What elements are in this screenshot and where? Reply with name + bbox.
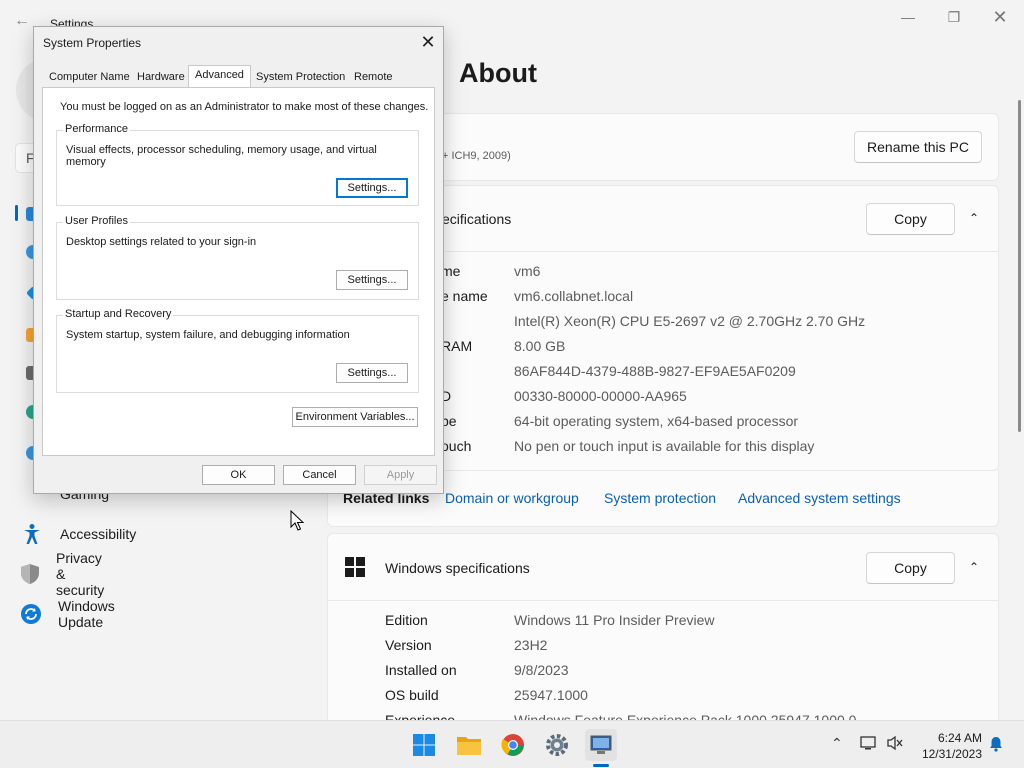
mouse-cursor-icon (290, 509, 305, 537)
admin-note: You must be logged on as an Administrato… (60, 101, 429, 113)
tab-hardware[interactable]: Hardware (130, 67, 192, 86)
network-tray-icon[interactable] (860, 735, 878, 754)
chevron-up-icon[interactable]: ⌃ (969, 560, 979, 574)
win-label-installed: Installed on (385, 662, 457, 678)
scrollbar[interactable] (1018, 100, 1021, 432)
nav-item-label: Accessibility (60, 526, 137, 542)
device-model-text: + ICH9, 2009) (442, 150, 511, 162)
windows-specs-card: Windows specifications Copy ⌃ (327, 533, 999, 733)
user-profiles-group: User Profiles Desktop settings related t… (56, 215, 419, 300)
group-title: Performance (63, 123, 130, 135)
device-specs-title: ecifications (442, 211, 512, 227)
minimize-button[interactable]: — (888, 6, 928, 28)
accessibility-icon (20, 522, 44, 546)
group-description: Visual effects, processor scheduling, me… (66, 144, 377, 168)
startup-recovery-group: Startup and Recovery System startup, sys… (56, 308, 419, 393)
spec-value-device-name: vm6 (514, 263, 541, 279)
nav-item-privacy-security[interactable]: Privacy & security (20, 550, 108, 598)
spec-value-ram: 8.00 GB (514, 338, 566, 354)
windows-logo-icon (345, 557, 365, 582)
win-label-edition: Edition (385, 612, 428, 628)
spec-label-pen-touch: ouch (441, 438, 472, 454)
apply-button[interactable]: Apply (364, 465, 437, 485)
close-window-button[interactable]: ✕ (980, 6, 1020, 28)
group-description: Desktop settings related to your sign-in (66, 236, 257, 248)
chevron-up-icon[interactable]: ⌃ (969, 211, 979, 225)
privacy-shield-icon (20, 562, 40, 586)
win-label-os-build: OS build (385, 687, 439, 703)
tab-remote[interactable]: Remote (347, 67, 400, 86)
group-title: User Profiles (63, 215, 130, 227)
taskbar: ⌃ 6:24 AM 12/31/2023 (0, 720, 1024, 768)
win-value-edition: Windows 11 Pro Insider Preview (514, 612, 715, 628)
spec-value-product-id: 00330-80000-00000-AA965 (514, 388, 687, 404)
notification-bell-icon[interactable] (988, 736, 1004, 755)
nav-active-indicator (15, 205, 18, 221)
dialog-close-button[interactable]: ✕ (414, 31, 442, 53)
startup-recovery-settings-button[interactable]: Settings... (336, 363, 408, 383)
group-description: System startup, system failure, and debu… (66, 329, 350, 341)
ok-button[interactable]: OK (202, 465, 275, 485)
page-title: About (459, 58, 537, 88)
chrome-icon[interactable] (497, 729, 529, 761)
nav-item-accessibility[interactable]: Accessibility (20, 516, 136, 552)
win-value-os-build: 25947.1000 (514, 687, 588, 703)
rename-pc-button[interactable]: Rename this PC (854, 131, 982, 163)
advanced-tab-pane: You must be logged on as an Administrato… (42, 87, 435, 456)
domain-workgroup-link[interactable]: Domain or workgroup (445, 490, 579, 506)
cancel-button[interactable]: Cancel (283, 465, 356, 485)
advanced-system-settings-link[interactable]: Advanced system settings (738, 490, 901, 506)
settings-gear-icon[interactable] (541, 729, 573, 761)
back-arrow-icon[interactable]: ← (14, 12, 30, 30)
performance-group: Performance Visual effects, processor sc… (56, 123, 419, 206)
windows-start-icon[interactable] (408, 729, 440, 761)
maximize-button[interactable]: ❐ (934, 6, 974, 28)
spec-value-processor: Intel(R) Xeon(R) CPU E5-2697 v2 @ 2.70GH… (514, 313, 866, 329)
copy-windows-specs-button[interactable]: Copy (866, 552, 955, 584)
clock-time: 6:24 AM (937, 731, 982, 745)
spec-label-full-name: e name (441, 288, 488, 304)
spec-value-device-id: 86AF844D-4379-488B-9827-EF9AE5AF0209 (514, 363, 796, 379)
tab-system-protection[interactable]: System Protection (249, 67, 352, 86)
tab-advanced[interactable]: Advanced (188, 65, 251, 87)
performance-settings-button[interactable]: Settings... (336, 178, 408, 198)
chevron-up-tray-icon[interactable]: ⌃ (831, 735, 843, 752)
file-explorer-icon[interactable] (453, 729, 485, 761)
clock-date: 12/31/2023 (921, 747, 982, 761)
environment-variables-button[interactable]: Environment Variables... (292, 407, 418, 427)
spec-value-full-name: vm6.collabnet.local (514, 288, 634, 304)
copy-device-specs-button[interactable]: Copy (866, 203, 955, 235)
spec-value-system-type: 64-bit operating system, x64-based proce… (514, 413, 799, 429)
nav-item-label: Windows Update (58, 598, 115, 630)
spec-value-pen-touch: No pen or touch input is available for t… (514, 438, 815, 454)
nav-item-windows-update[interactable]: Windows Update (20, 596, 117, 632)
group-title: Startup and Recovery (63, 308, 174, 320)
system-properties-dialog: System Properties ✕ Computer Name Hardwa… (33, 26, 444, 494)
nav-item-label: Privacy & security (56, 550, 105, 598)
user-profiles-settings-button[interactable]: Settings... (336, 270, 408, 290)
win-value-installed: 9/8/2023 (514, 662, 569, 678)
windows-update-icon (20, 602, 42, 626)
active-app-indicator (593, 764, 609, 767)
tab-computer-name[interactable]: Computer Name (42, 67, 137, 86)
windows-specs-title: Windows specifications (385, 560, 530, 576)
system-properties-icon[interactable] (585, 729, 617, 761)
system-protection-link[interactable]: System protection (604, 490, 716, 506)
win-value-version: 23H2 (514, 637, 548, 653)
clock[interactable]: 6:24 AM 12/31/2023 (916, 730, 982, 762)
spec-label-ram: RAM (441, 338, 473, 354)
dialog-title: System Properties (43, 36, 142, 50)
win-label-version: Version (385, 637, 432, 653)
windows-specs-header[interactable]: Windows specifications Copy ⌃ (328, 534, 998, 601)
volume-muted-icon[interactable] (886, 735, 904, 754)
